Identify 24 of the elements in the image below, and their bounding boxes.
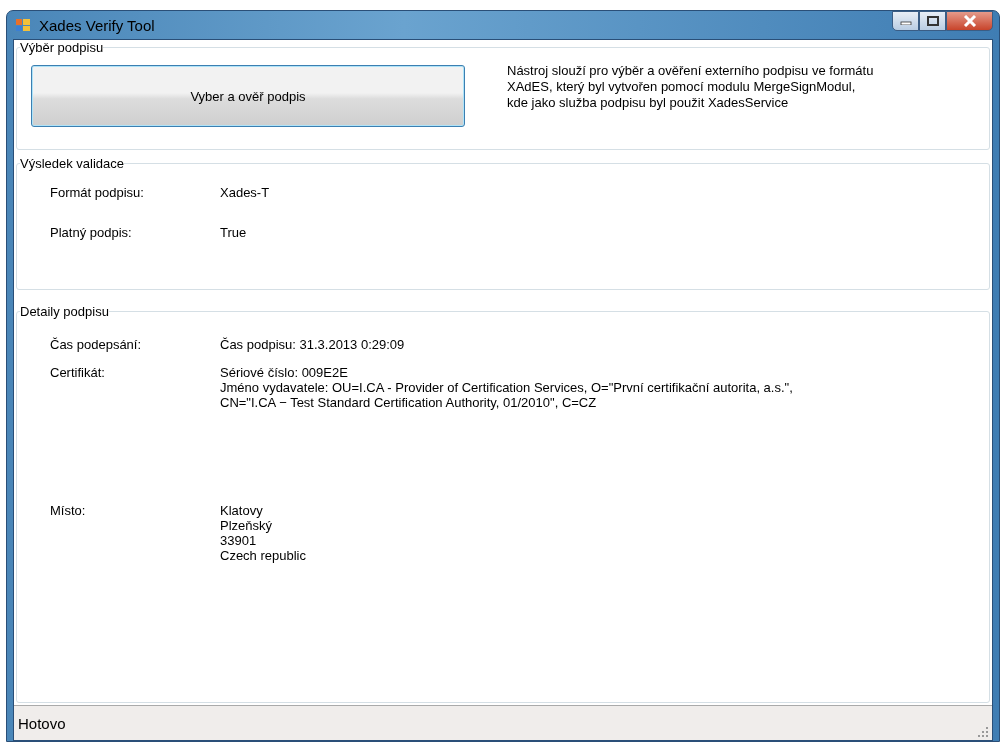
close-icon: [962, 15, 977, 27]
field-label: Platný podpis:: [50, 225, 133, 242]
field-label: Místo:: [50, 503, 87, 520]
resize-grip-icon: [978, 727, 988, 737]
app-icon: [15, 17, 31, 33]
field-value: Sériové číslo: 009E2E Jméno vydavatele: OU=I.CA - Provider of Certification Services, O="První certifikační autorita, a.s.", CN="I.CA − Test Standard Certification Authority, 01/2010", C=CZ: [220, 365, 793, 412]
group-title: Výběr podpisu: [20, 40, 104, 55]
field-label: Čas podepsání:: [50, 337, 143, 354]
description-text: Nástroj slouží pro výběr a ověření externího podpisu ve formátu XAdES, který byl vytvořen pomocí modulu MergeSignModul, kde jako služba podpisu byl použit XadesService: [507, 63, 874, 112]
field-value: Čas podpisu: 31.3.2013 0:29:09: [220, 337, 405, 354]
window-title: Xades Verify Tool: [39, 16, 155, 34]
maximize-icon: [926, 16, 939, 26]
minimize-button[interactable]: [892, 11, 919, 31]
status-text: Hotovo: [18, 714, 66, 732]
field-label: Formát podpisu:: [50, 185, 145, 202]
field-value: Xades-T: [220, 185, 270, 202]
group-title: Výsledek validace: [20, 156, 125, 171]
field-value: True: [220, 225, 247, 242]
group-title: Detaily podpisu: [20, 304, 109, 319]
field-value: Klatovy Plzeňský 33901 Czech republic: [220, 503, 306, 563]
field-label: Certifikát:: [50, 365, 106, 382]
close-button[interactable]: [946, 11, 993, 31]
select-verify-button[interactable]: Vyber a ověř podpis: [31, 65, 465, 127]
maximize-button[interactable]: [919, 11, 946, 31]
